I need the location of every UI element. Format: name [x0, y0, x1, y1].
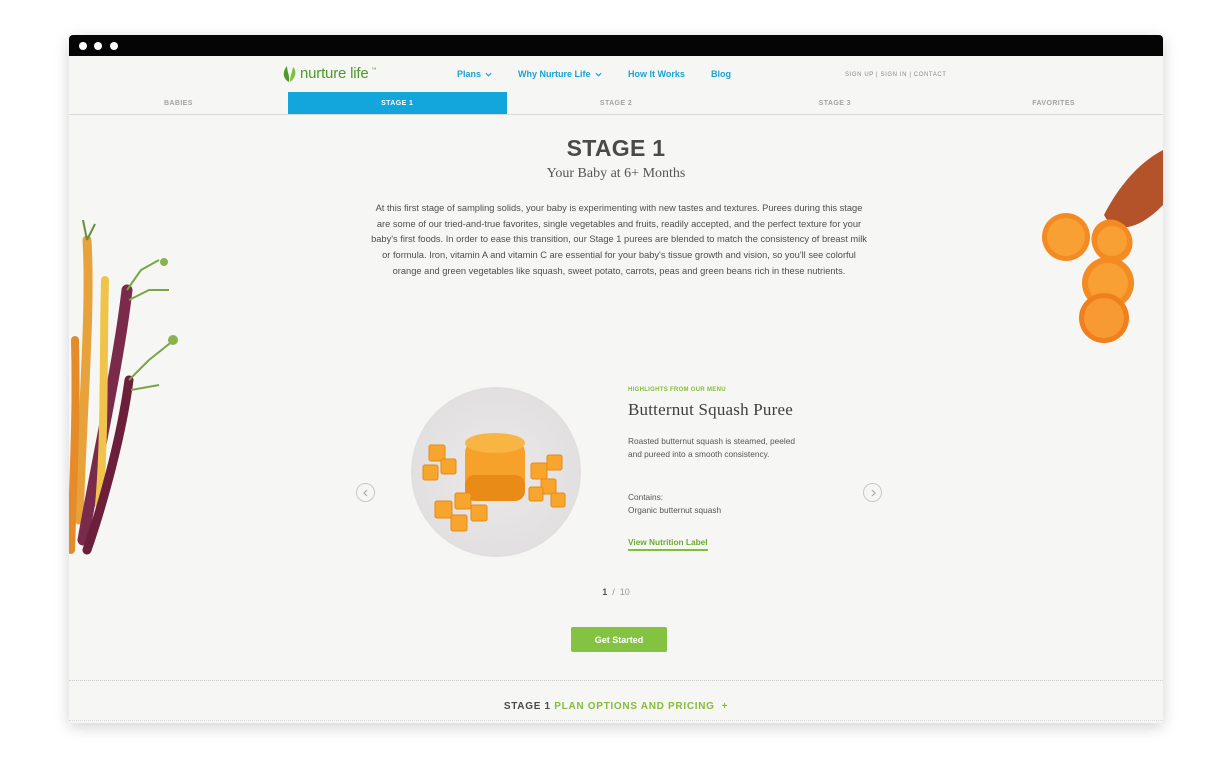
tab-stage-1[interactable]: STAGE 1: [287, 92, 507, 114]
carousel-prev-button[interactable]: [356, 483, 375, 502]
nav-why-nurture-life[interactable]: Why Nurture Life: [518, 69, 602, 79]
chevron-left-icon: [362, 489, 367, 496]
window-control-dot[interactable]: [110, 42, 118, 50]
get-started-button[interactable]: Get Started: [571, 627, 667, 652]
nav-plans-label: Plans: [457, 69, 482, 79]
browser-window: nurture life ™ Plans Why Nurture Life How…: [69, 35, 1163, 723]
stage-tabs: BABIES STAGE 1 STAGE 2 STAGE 3 FAVORITES: [69, 92, 1163, 115]
page-title: STAGE 1: [566, 135, 666, 161]
nav-blog-label: Blog: [711, 69, 731, 79]
menu-item-title: Butternut Squash Puree: [628, 400, 793, 419]
leaf-logo-icon: [283, 66, 296, 82]
puree-photo: [411, 387, 581, 557]
utility-separator: |: [909, 72, 912, 78]
pricing-stage-label: STAGE 1: [503, 701, 551, 712]
utility-links: SIGN UP | SIGN IN | CONTACT: [845, 72, 947, 78]
carousel-pager: 1 / 10: [69, 587, 1163, 597]
section-divider: [69, 680, 1163, 681]
pager-total: 10: [619, 587, 630, 597]
contains-value: Organic butternut squash: [628, 505, 722, 515]
tab-stage-2[interactable]: STAGE 2: [507, 92, 726, 114]
pricing-label: PLAN OPTIONS AND PRICING: [554, 701, 715, 712]
carrots-image: [69, 220, 178, 555]
contains-label: Contains:: [628, 492, 664, 502]
butternut-puree-image: [422, 433, 566, 532]
carousel-eyebrow: HIGHLIGHTS FROM OUR MENU: [628, 387, 726, 393]
tab-stage-3[interactable]: STAGE 3: [725, 92, 944, 114]
top-navigation: nurture life ™ Plans Why Nurture Life How…: [69, 56, 1163, 92]
tab-favorites[interactable]: FAVORITES: [944, 92, 1163, 114]
plan-options-toggle[interactable]: STAGE 1 PLAN OPTIONS AND PRICING +: [69, 701, 1163, 712]
brand-trademark: ™: [371, 66, 377, 73]
chevron-down-icon: [594, 72, 602, 77]
brand-name: nurture life: [300, 65, 369, 82]
utility-separator: |: [876, 72, 879, 78]
contact-link[interactable]: CONTACT: [914, 72, 947, 78]
section-divider: [69, 720, 1163, 721]
view-nutrition-label-link[interactable]: View Nutrition Label: [628, 537, 708, 551]
chevron-down-icon: [485, 72, 492, 77]
pager-separator: /: [612, 587, 615, 597]
carousel-next-button[interactable]: [863, 483, 882, 502]
chevron-right-icon: [871, 489, 876, 496]
window-titlebar: [69, 35, 1163, 56]
plus-icon: +: [721, 701, 729, 712]
nav-how-it-works[interactable]: How It Works: [628, 69, 685, 79]
nav-why-label: Why Nurture Life: [518, 69, 591, 79]
menu-item-description: Roasted butternut squash is steamed, pee…: [628, 436, 795, 460]
nav-how-label: How It Works: [628, 69, 685, 79]
page-subtitle: Your Baby at 6+ Months: [546, 166, 686, 181]
stage-intro-text: At this first stage of sampling solids, …: [371, 203, 867, 276]
sign-up-link[interactable]: SIGN UP: [845, 72, 874, 78]
window-control-dot[interactable]: [94, 42, 102, 50]
nav-plans[interactable]: Plans: [457, 69, 492, 79]
nav-blog[interactable]: Blog: [711, 69, 731, 79]
sign-in-link[interactable]: SIGN IN: [881, 72, 908, 78]
tab-babies[interactable]: BABIES: [69, 92, 288, 114]
brand-logo[interactable]: nurture life ™: [282, 64, 376, 83]
pager-current: 1: [602, 587, 608, 597]
window-control-dot[interactable]: [79, 42, 87, 50]
